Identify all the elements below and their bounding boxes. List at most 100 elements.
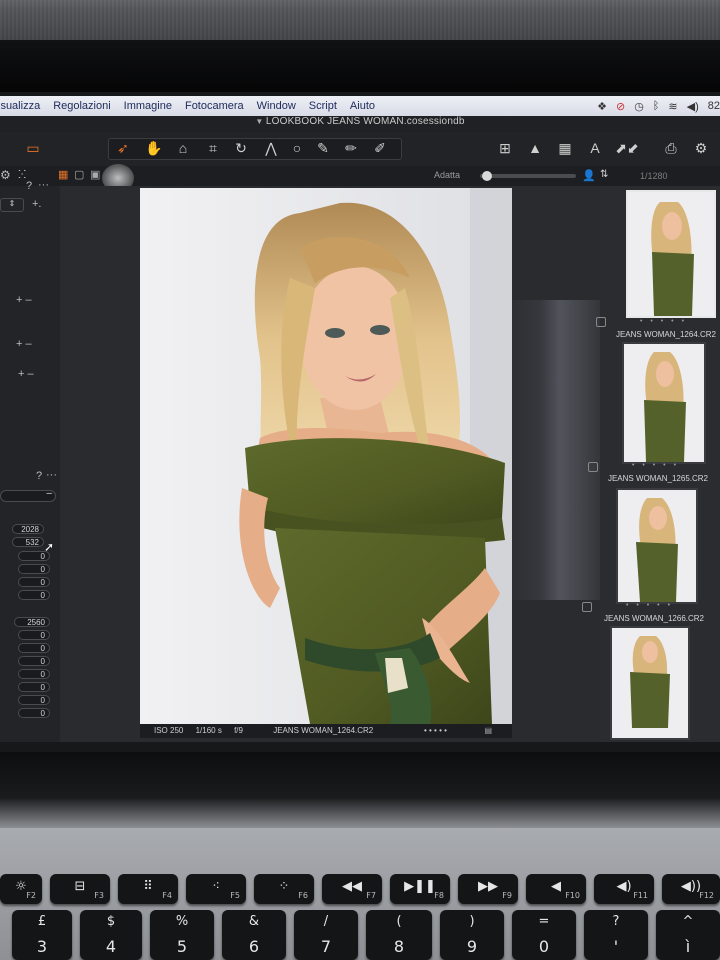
key-7[interactable]: /7 (294, 910, 358, 960)
size-value-5[interactable]: 0 (18, 669, 50, 679)
size-value-6[interactable]: 0 (18, 682, 50, 692)
thumb-rating[interactable]: • • • • • (632, 462, 679, 469)
add-layer-icon[interactable]: + ‒ (16, 294, 32, 306)
zoom-slider-handle[interactable] (482, 171, 492, 181)
brush-icon[interactable]: ✏ (340, 138, 362, 158)
sort-icon[interactable]: ⇅ (600, 169, 608, 180)
key-8[interactable]: (8 (366, 910, 432, 960)
grid-overlay-icon[interactable]: ⊞ (494, 138, 516, 158)
key-f11[interactable]: ◀) F11 (594, 874, 654, 904)
key-5[interactable]: % 5 (150, 910, 214, 960)
grid-view-icon[interactable]: ▦ (58, 168, 68, 181)
library-icon[interactable]: ▭ (22, 138, 44, 158)
key-f9[interactable]: ▶▶ F9 (458, 874, 518, 904)
key-0[interactable]: = 0 (512, 910, 576, 960)
tool-tabs-icon[interactable]: ⵘ (18, 168, 26, 181)
rating-dots[interactable]: • • • • • (424, 724, 447, 738)
loupe-icon[interactable]: ⌂ (172, 138, 194, 158)
thumb-select-box[interactable] (588, 462, 598, 472)
add-layer-icon-2[interactable]: + ‒ (16, 338, 32, 350)
thumb-rating[interactable]: • • • • • (640, 318, 687, 325)
crop-ratio-select[interactable]: – (0, 488, 56, 502)
thumbnail-1264[interactable] (626, 190, 716, 318)
help-icon-2[interactable]: ? (36, 470, 42, 482)
thumb-select-box[interactable] (582, 602, 592, 612)
crop-icon[interactable]: ⌗ (202, 138, 224, 158)
key-4[interactable]: $4 (80, 910, 142, 960)
tool-settings-icon[interactable]: ⚙ (0, 168, 11, 182)
key-f5[interactable]: ⁖ F5 (186, 874, 246, 904)
size-value-3[interactable]: 0 (18, 643, 50, 653)
rotate-icon[interactable]: ↻ (230, 138, 252, 158)
size-value-2[interactable]: 0 (18, 630, 50, 640)
key-apostrophe[interactable]: ? ' (584, 910, 648, 960)
key-9[interactable]: ) 9 (440, 910, 504, 960)
key-f6[interactable]: ⁘ F6 (254, 874, 314, 904)
key-f7[interactable]: ◀◀ F7 (322, 874, 382, 904)
volume-icon[interactable]: ◀) (687, 100, 699, 113)
menu-window[interactable]: Window (257, 100, 296, 112)
compare-view-icon[interactable]: ▣ (90, 168, 100, 181)
pan-hand-icon[interactable]: ✋ (142, 138, 166, 158)
thumbnail-1266[interactable] (616, 488, 698, 604)
dropbox-icon[interactable]: ❖ (597, 100, 607, 113)
eraser-icon[interactable]: ✐ (368, 138, 392, 158)
menu-aiuto[interactable]: Aiuto (350, 100, 375, 112)
key-f12[interactable]: ◀)) F12 (662, 874, 720, 904)
thumb-select-box[interactable] (596, 317, 606, 327)
key-igrave[interactable]: ^ ì (656, 910, 720, 960)
menu-fotocamera[interactable]: Fotocamera (185, 100, 244, 112)
wifi-icon[interactable]: ≋ (668, 100, 677, 113)
size-value-1[interactable]: 2560 (14, 617, 50, 627)
user-icon[interactable]: 👤 (582, 169, 596, 182)
spot-removal-icon[interactable]: ○ (288, 138, 306, 158)
menu-visualizza[interactable]: isualizza (0, 100, 40, 112)
crop-height[interactable]: 532 (12, 537, 44, 547)
menu-regolazioni[interactable]: Regolazioni (53, 100, 110, 112)
crop-value-3[interactable]: 0 (18, 551, 50, 561)
info-filename: JEANS WOMAN_1264.CR2 (273, 726, 374, 735)
key-f4[interactable]: ⠿ F4 (118, 874, 178, 904)
size-value-4[interactable]: 0 (18, 656, 50, 666)
sync-icon[interactable]: ⊘ (616, 100, 625, 113)
thumbnail-1265[interactable] (622, 342, 706, 464)
text-tool-icon[interactable]: A (584, 138, 606, 158)
copy-apply-icon[interactable]: ⬈⬋ (612, 138, 642, 158)
thumb-rating[interactable]: • • • • • (626, 602, 673, 609)
add-layer-icon-3[interactable]: + ‒ (18, 368, 34, 380)
thumb-label-1265: JEANS WOMAN_1265.CR2 (607, 474, 708, 483)
help-icon[interactable]: ? (26, 180, 32, 192)
exposure-warning-icon[interactable]: ▲ (524, 138, 546, 158)
key-f8[interactable]: ▶❚❚ F8 (390, 874, 450, 904)
menu-immagine[interactable]: Immagine (124, 100, 172, 112)
crop-width[interactable]: 2028 (12, 524, 44, 534)
keystone-icon[interactable]: ⋀ (260, 138, 282, 158)
crop-value-4[interactable]: 0 (18, 564, 50, 574)
preset-dropdown[interactable]: ⇕ (0, 198, 24, 212)
bluetooth-icon[interactable]: ᛒ (653, 100, 660, 112)
select-cursor-icon[interactable]: ➶ (112, 138, 134, 158)
zoom-slider[interactable] (480, 171, 576, 181)
key-6[interactable]: & 6 (222, 910, 286, 960)
single-view-icon[interactable]: ▢ (74, 168, 84, 181)
key-f10[interactable]: ◀ F10 (526, 874, 586, 904)
print-icon[interactable]: ⎙ (660, 138, 682, 158)
color-tag-icon[interactable]: ▤ (484, 724, 492, 738)
size-value-8[interactable]: 0 (18, 708, 50, 718)
panel-menu-icon-2[interactable]: ··· (46, 469, 57, 481)
focus-mask-icon[interactable]: ▦ (554, 138, 576, 158)
thumbnail-1267[interactable] (610, 626, 690, 740)
crop-value-5[interactable]: 0 (18, 577, 50, 587)
key-f3[interactable]: ⊟ F3 (50, 874, 110, 904)
key-3[interactable]: £3 (12, 910, 72, 960)
settings-gear-icon[interactable]: ⚙ (690, 138, 712, 158)
size-value-7[interactable]: 0 (18, 695, 50, 705)
key-f2[interactable]: ☼ F2 (0, 874, 42, 904)
color-picker-icon[interactable]: ✎ (312, 138, 334, 158)
menu-script[interactable]: Script (309, 100, 337, 112)
crop-value-6[interactable]: 0 (18, 590, 50, 600)
panel-menu-icon[interactable]: ··· (38, 179, 49, 191)
add-preset-icon[interactable]: +. (32, 198, 41, 210)
main-photo[interactable] (140, 188, 512, 724)
time-machine-icon[interactable]: ◷ (634, 100, 644, 113)
